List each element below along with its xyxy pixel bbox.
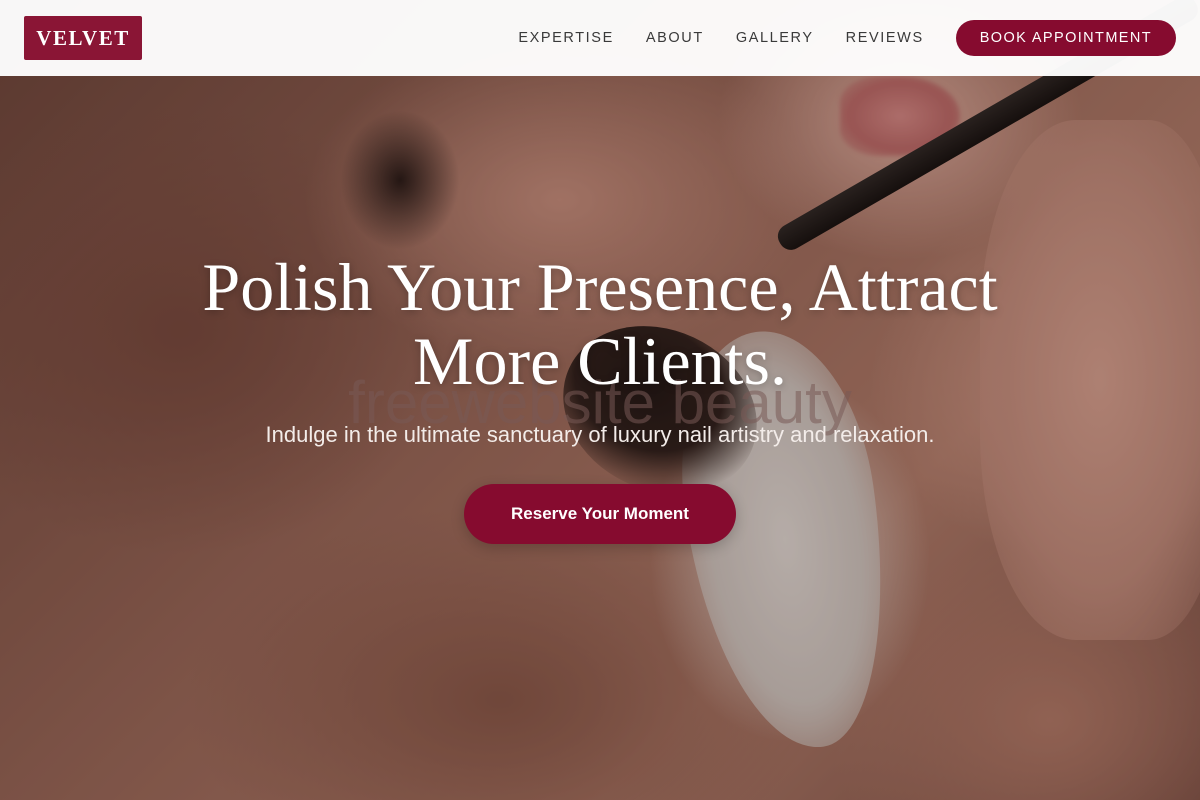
main-nav: EXPERTISE ABOUT GALLERY REVIEWS BOOK APP… [518, 0, 1200, 76]
hero-subtext: Indulge in the ultimate sanctuary of lux… [265, 422, 935, 447]
brand-logo[interactable]: VELVET [24, 16, 142, 60]
hero-headline-line-2: More Clients. [413, 323, 787, 399]
landing-page: VELVET EXPERTISE ABOUT GALLERY REVIEWS B… [0, 0, 1200, 800]
nav-link-about[interactable]: ABOUT [646, 30, 704, 46]
reserve-moment-button[interactable]: Reserve Your Moment [464, 484, 736, 544]
nav-link-expertise[interactable]: EXPERTISE [518, 30, 614, 46]
nav-link-reviews[interactable]: REVIEWS [846, 30, 924, 46]
nav-link-gallery[interactable]: GALLERY [736, 30, 814, 46]
site-header: VELVET EXPERTISE ABOUT GALLERY REVIEWS B… [0, 0, 1200, 76]
hero-headline: Polish Your Presence, Attract More Clien… [150, 250, 1050, 398]
hero-headline-line-1: Polish Your Presence, Attract [202, 249, 998, 325]
book-appointment-button[interactable]: BOOK APPOINTMENT [955, 20, 1176, 56]
hero-content: Polish Your Presence, Attract More Clien… [0, 250, 1200, 544]
